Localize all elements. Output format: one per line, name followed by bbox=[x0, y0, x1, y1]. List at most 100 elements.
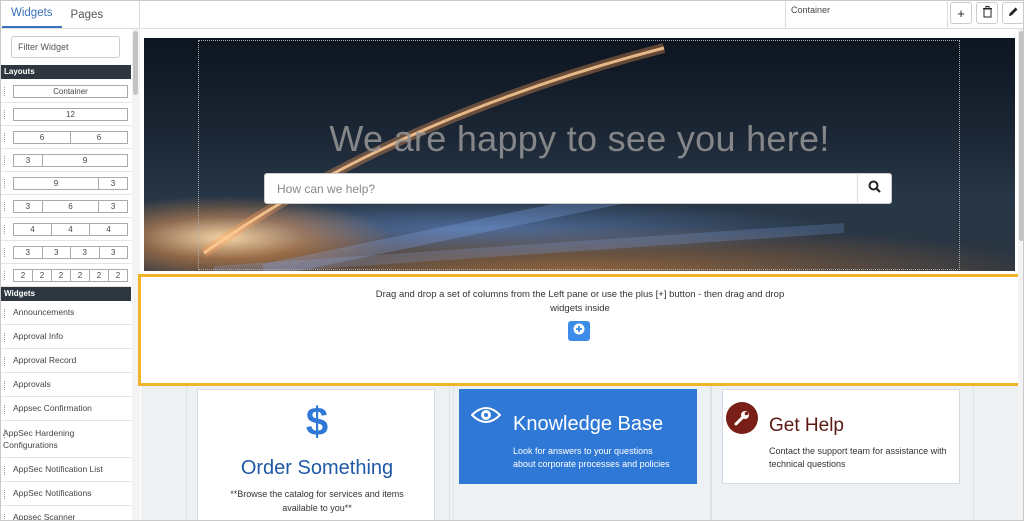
layout-item[interactable]: 3333 bbox=[1, 241, 131, 264]
kb-card-desc: Look for answers to your questions about… bbox=[513, 445, 670, 471]
order-something-card[interactable]: $ Order Something **Browse the catalog f… bbox=[197, 389, 435, 520]
drag-handle-icon[interactable] bbox=[4, 202, 6, 211]
layout-column-label: 2 bbox=[71, 270, 90, 281]
drag-handle-icon[interactable] bbox=[4, 248, 6, 257]
knowledge-base-card[interactable]: Knowledge Base Look for answers to your … bbox=[459, 389, 697, 484]
widget-list-item[interactable]: Approval Record bbox=[1, 349, 131, 373]
help-desc-line1: Contact the support team for assistance … bbox=[769, 446, 947, 456]
widget-list-item[interactable]: Appsec Confirmation bbox=[1, 397, 131, 421]
layouts-list: Container 12 6 6 3 9 9 3 3 6 3 4 4 4 3 3 3 3 2 2 2 2 2 2 bbox=[1, 80, 131, 287]
layout-column-label: 9 bbox=[14, 178, 99, 189]
plus-circle-icon bbox=[573, 322, 585, 340]
widget-list-item[interactable]: AppSec Notifications bbox=[1, 482, 131, 506]
layout-columns: Container bbox=[13, 85, 128, 98]
widget-label: Approval Info bbox=[13, 331, 64, 341]
drop-zone[interactable]: Drag and drop a set of columns from the … bbox=[138, 274, 1022, 386]
layout-column-label: 9 bbox=[82, 156, 88, 165]
left-pane-tabs: Widgets Pages bbox=[1, 1, 139, 29]
layout-column-label: 3 bbox=[14, 247, 43, 258]
left-pane: Widgets Pages Filter Widget Layouts Cont… bbox=[1, 1, 140, 520]
dollar-icon: $ bbox=[305, 400, 329, 444]
drag-handle-icon[interactable] bbox=[4, 381, 6, 390]
layout-column-label: 4 bbox=[52, 224, 90, 235]
delete-button[interactable] bbox=[976, 2, 998, 24]
canvas-scrollbar[interactable] bbox=[1018, 29, 1023, 520]
layout-item[interactable]: 444 bbox=[1, 218, 131, 241]
layout-column-label: 4 bbox=[106, 225, 111, 234]
layout-column-label: 3 bbox=[14, 155, 43, 166]
layout-column-label: 4 bbox=[14, 224, 52, 235]
widget-label: AppSec Notification List bbox=[13, 464, 103, 474]
drag-handle-icon[interactable] bbox=[4, 490, 6, 499]
drag-handle-icon[interactable] bbox=[4, 466, 6, 475]
layout-item[interactable]: 39 bbox=[1, 149, 131, 172]
column-1[interactable]: $ Order Something **Browse the catalog f… bbox=[186, 386, 454, 520]
drag-handle-icon[interactable] bbox=[4, 405, 6, 414]
tab-widgets[interactable]: Widgets bbox=[2, 7, 62, 28]
drag-handle-icon[interactable] bbox=[4, 133, 6, 142]
layout-item[interactable]: 222222 bbox=[1, 264, 131, 287]
layout-column-label: 3 bbox=[110, 179, 116, 188]
layout-column-label: 6 bbox=[96, 133, 102, 142]
drag-handle-icon[interactable] bbox=[4, 357, 6, 366]
canvas-scroll-thumb[interactable] bbox=[1019, 31, 1023, 241]
trash-icon bbox=[982, 5, 993, 21]
layout-item[interactable]: 66 bbox=[1, 126, 131, 149]
layout-columns: 66 bbox=[13, 131, 128, 144]
layout-column-label: 2 bbox=[33, 270, 52, 281]
layout-columns: 12 bbox=[13, 108, 128, 121]
selected-container-label: Container bbox=[785, 1, 948, 28]
widget-label: AppSec Hardening Configurations bbox=[3, 428, 75, 450]
add-columns-button[interactable] bbox=[568, 321, 590, 341]
add-button[interactable]: + bbox=[950, 2, 972, 24]
drag-handle-icon[interactable] bbox=[4, 110, 6, 119]
layout-columns: 3333 bbox=[13, 246, 128, 259]
widget-list-item[interactable]: AppSec Hardening Configurations bbox=[1, 421, 131, 458]
layout-columns: 363 bbox=[13, 200, 128, 213]
tab-pages[interactable]: Pages bbox=[62, 9, 113, 28]
drag-handle-icon[interactable] bbox=[4, 309, 6, 318]
drag-handle-icon[interactable] bbox=[4, 333, 6, 342]
layout-item[interactable]: 93 bbox=[1, 172, 131, 195]
drag-handle-icon[interactable] bbox=[4, 514, 6, 520]
column-3[interactable]: Get Help Contact the support team for as… bbox=[711, 386, 974, 520]
bottom-row: $ Order Something **Browse the catalog f… bbox=[141, 386, 1023, 520]
layout-column-label: 2 bbox=[14, 270, 33, 281]
eye-icon bbox=[470, 405, 502, 430]
widget-label: Approvals bbox=[13, 379, 51, 389]
widgets-header: Widgets bbox=[1, 287, 131, 301]
drag-handle-icon[interactable] bbox=[4, 271, 6, 280]
hero-banner: We are happy to see you here! How can we… bbox=[144, 38, 1015, 271]
layout-column-label: 2 bbox=[52, 270, 71, 281]
widget-list-item[interactable]: Approval Info bbox=[1, 325, 131, 349]
search-icon bbox=[868, 180, 881, 198]
search-input[interactable]: How can we help? bbox=[277, 182, 375, 196]
order-desc-line1: **Browse the catalog for services and it… bbox=[230, 489, 404, 499]
widget-list-item[interactable]: Approvals bbox=[1, 373, 131, 397]
wrench-icon bbox=[726, 402, 758, 434]
widget-list-item[interactable]: Appsec Scanner bbox=[1, 506, 131, 520]
layout-item[interactable]: 363 bbox=[1, 195, 131, 218]
layout-columns: 93 bbox=[13, 177, 128, 190]
layout-item[interactable]: Container bbox=[1, 80, 131, 103]
kb-card-title: Knowledge Base bbox=[513, 413, 664, 435]
scroll-thumb[interactable] bbox=[133, 31, 138, 95]
filter-widget-input[interactable]: Filter Widget bbox=[11, 36, 120, 58]
widget-list-item[interactable]: Announcements bbox=[1, 301, 131, 325]
drag-handle-icon[interactable] bbox=[4, 179, 6, 188]
widget-label: AppSec Notifications bbox=[13, 488, 92, 498]
layout-item[interactable]: 12 bbox=[1, 103, 131, 126]
drag-handle-icon[interactable] bbox=[4, 225, 6, 234]
layout-columns: 39 bbox=[13, 154, 128, 167]
widget-list-item[interactable]: AppSec Notification List bbox=[1, 458, 131, 482]
drag-handle-icon[interactable] bbox=[4, 87, 6, 96]
help-search-box[interactable]: How can we help? bbox=[264, 173, 892, 204]
drag-handle-icon[interactable] bbox=[4, 156, 6, 165]
search-button[interactable] bbox=[857, 174, 891, 203]
designer-window: Widgets Pages Filter Widget Layouts Cont… bbox=[0, 0, 1024, 521]
drag-handle-icon[interactable] bbox=[4, 429, 6, 438]
layout-column-label: 3 bbox=[14, 201, 43, 212]
get-help-card[interactable]: Get Help Contact the support team for as… bbox=[722, 389, 960, 484]
edit-button[interactable] bbox=[1002, 2, 1023, 24]
kb-desc-line2: about corporate processes and policies bbox=[513, 459, 670, 469]
